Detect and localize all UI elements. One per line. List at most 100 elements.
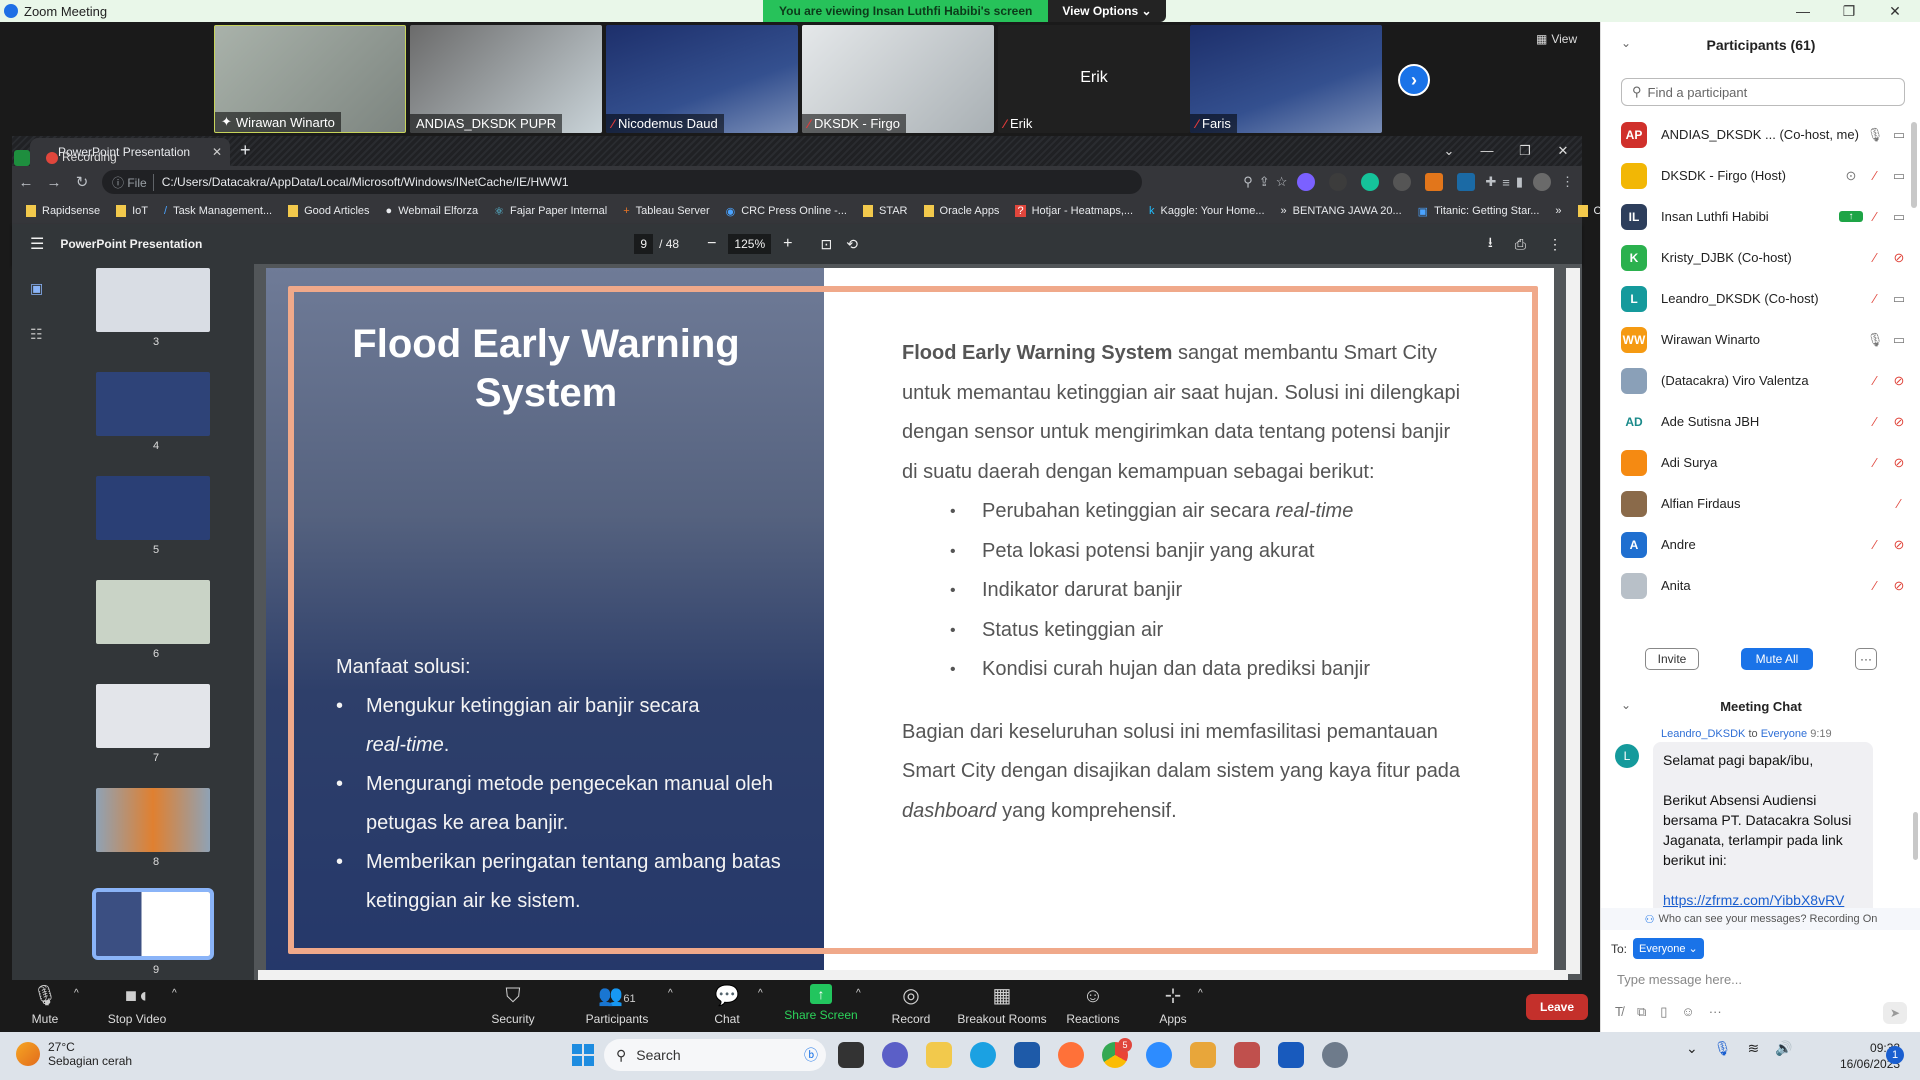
- recipient-dropdown[interactable]: Everyone ⌄: [1633, 938, 1704, 959]
- video-tile[interactable]: ⁄ Faris: [1190, 25, 1382, 133]
- video-icon[interactable]: ▭: [1887, 127, 1911, 143]
- mute-options-caret[interactable]: ^: [74, 988, 79, 999]
- address-bar[interactable]: ⓘ File C:/Users/Datacakra/AppData/Local/…: [102, 170, 1142, 194]
- volume-icon[interactable]: 🔊: [1775, 1040, 1792, 1057]
- task-view-icon[interactable]: [838, 1042, 864, 1068]
- share-options-caret[interactable]: ^: [856, 988, 861, 999]
- video-off-icon[interactable]: ⊘: [1887, 455, 1911, 471]
- message-visibility-note[interactable]: ⚇ Who can see your messages? Recording On: [1601, 908, 1920, 930]
- snipping-tool-icon[interactable]: [1234, 1042, 1260, 1068]
- reload-icon[interactable]: ↻: [68, 173, 96, 191]
- participant-row[interactable]: K Kristy_DJBK (Co-host) ⁄ ⊘: [1621, 237, 1911, 278]
- new-tab-icon[interactable]: +: [240, 140, 251, 161]
- download-icon[interactable]: ⭳: [1488, 232, 1493, 256]
- forward-icon[interactable]: →: [40, 174, 68, 191]
- participant-row[interactable]: DKSDK - Firgo (Host) ⊙ ⁄ ▭: [1621, 155, 1911, 196]
- video-icon[interactable]: ▭: [1887, 332, 1911, 348]
- chat-scrollbar[interactable]: [1913, 812, 1918, 860]
- back-icon[interactable]: ←: [12, 174, 40, 191]
- video-tile[interactable]: ⁄ DKSDK - Firgo: [802, 25, 994, 133]
- page-thumbnail[interactable]: [96, 372, 210, 436]
- page-thumbnail[interactable]: [96, 684, 210, 748]
- invite-button[interactable]: Invite: [1645, 648, 1699, 670]
- more-options-button[interactable]: ···: [1855, 648, 1877, 670]
- video-off-icon[interactable]: ⊘: [1887, 578, 1911, 594]
- restore-icon[interactable]: ❐: [1506, 136, 1544, 166]
- screenshot-icon[interactable]: ⧉: [1637, 1004, 1646, 1020]
- participant-row[interactable]: A Andre ⁄ ⊘: [1621, 524, 1911, 565]
- page-thumbnail[interactable]: [96, 580, 210, 644]
- wifi-icon[interactable]: ≋: [1748, 1040, 1760, 1057]
- tab-powerpoint-presentation[interactable]: PowerPoint Presentation ✕: [30, 138, 230, 166]
- extension-icon[interactable]: [1329, 173, 1348, 191]
- participant-row[interactable]: AD Ade Sutisna JBH ⁄ ⊘: [1621, 401, 1911, 442]
- windows-start-icon[interactable]: [572, 1044, 594, 1066]
- puzzle-icon[interactable]: ✚: [1485, 174, 1496, 190]
- zoom-lens-icon[interactable]: ⚲: [1243, 174, 1253, 190]
- bookmark-item[interactable]: STAR: [862, 205, 908, 217]
- page-thumbnail-selected[interactable]: [92, 888, 214, 960]
- teams-chat-icon[interactable]: [882, 1042, 908, 1068]
- mic-icon[interactable]: 🎙: [1863, 332, 1887, 348]
- apps-button[interactable]: ⊹ Apps: [1128, 984, 1218, 1026]
- mic-muted-icon[interactable]: ⁄: [1863, 209, 1887, 224]
- stop-video-button[interactable]: ■◖ Stop Video: [92, 984, 182, 1026]
- restore-icon[interactable]: ❐: [1826, 0, 1872, 22]
- firefox-icon[interactable]: [1058, 1042, 1084, 1068]
- thumbnails-icon[interactable]: ▣: [30, 280, 43, 297]
- extension-icon[interactable]: [1457, 173, 1476, 191]
- video-tile[interactable]: ✦ Wirawan Winarto: [214, 25, 406, 133]
- leave-button[interactable]: Leave: [1526, 994, 1588, 1020]
- hamburger-menu-icon[interactable]: ☰: [30, 234, 44, 254]
- participants-options-caret[interactable]: ^: [668, 988, 673, 999]
- chevron-right-icon[interactable]: ›: [1398, 64, 1430, 96]
- extension-icon[interactable]: [1297, 173, 1316, 191]
- chevron-down-icon[interactable]: ⌄: [1621, 698, 1631, 712]
- minimize-icon[interactable]: —: [1468, 136, 1506, 166]
- zoom-app-icon[interactable]: [1146, 1042, 1172, 1068]
- more-icon[interactable]: ···: [1709, 1004, 1722, 1020]
- zoom-out-icon[interactable]: −: [707, 235, 716, 253]
- reading-list-icon[interactable]: ≡: [1502, 175, 1510, 190]
- mic-muted-icon[interactable]: ⁄: [1863, 250, 1887, 265]
- video-icon[interactable]: ▭: [1887, 291, 1911, 307]
- profile-avatar[interactable]: [1533, 173, 1551, 191]
- bookmark-item[interactable]: k Kaggle: Your Home...: [1149, 205, 1264, 217]
- bookmark-item[interactable]: / Task Management...: [164, 205, 272, 217]
- participant-row[interactable]: Adi Surya ⁄ ⊘: [1621, 442, 1911, 483]
- participant-row[interactable]: AP ANDIAS_DKSDK ... (Co-host, me) 🎙 ▭: [1621, 114, 1911, 155]
- bookmark-item[interactable]: IoT: [116, 205, 148, 217]
- participant-row[interactable]: IL Insan Luthfi Habibi ↑ ⁄ ▭: [1621, 196, 1911, 237]
- notification-badge[interactable]: 1: [1886, 1046, 1904, 1064]
- chevron-down-icon[interactable]: ⌄: [1430, 136, 1468, 166]
- format-text-icon[interactable]: T̸: [1615, 1004, 1623, 1020]
- outline-icon[interactable]: ☷: [30, 326, 43, 343]
- video-tile[interactable]: ANDIAS_DKSDK PUPR: [410, 25, 602, 133]
- security-button[interactable]: ⛉ Security: [468, 984, 558, 1026]
- video-off-icon[interactable]: ⊘: [1887, 537, 1911, 553]
- bookmark-item[interactable]: » BENTANG JAWA 20...: [1281, 205, 1402, 217]
- mic-muted-icon[interactable]: ⁄: [1887, 496, 1911, 511]
- mic-muted-icon[interactable]: ⁄: [1863, 414, 1887, 429]
- share-screen-button[interactable]: ↑ Share Screen: [776, 984, 866, 1022]
- bookmarks-overflow[interactable]: »: [1555, 205, 1561, 217]
- react-devtools-icon[interactable]: [1393, 173, 1412, 191]
- send-icon[interactable]: ➤: [1883, 1002, 1907, 1024]
- participant-row[interactable]: Alfian Firdaus ⁄: [1621, 483, 1911, 524]
- video-off-icon[interactable]: ⊘: [1887, 373, 1911, 389]
- fit-page-icon[interactable]: ⊡: [820, 236, 832, 253]
- video-icon[interactable]: ▭: [1887, 209, 1911, 225]
- participant-search-input[interactable]: ⚲ Find a participant: [1621, 78, 1905, 106]
- view-button[interactable]: ▦ View: [1536, 32, 1577, 46]
- chevron-down-icon[interactable]: ⌄: [1621, 36, 1631, 50]
- microsoft-store-icon[interactable]: [1014, 1042, 1040, 1068]
- chat-message-input[interactable]: Type message here...: [1617, 972, 1907, 987]
- reactions-button[interactable]: ☺ Reactions: [1048, 984, 1138, 1026]
- rotate-icon[interactable]: ⟲: [846, 236, 858, 253]
- page-thumbnail[interactable]: [96, 788, 210, 852]
- bookmark-item[interactable]: Good Articles: [288, 205, 370, 217]
- mic-muted-icon[interactable]: ⁄: [1863, 291, 1887, 306]
- mute-all-button[interactable]: Mute All: [1741, 648, 1813, 670]
- weather-widget[interactable]: 27°C Sebagian cerah: [16, 1040, 132, 1068]
- bookmark-item[interactable]: Rapidsense: [26, 205, 100, 217]
